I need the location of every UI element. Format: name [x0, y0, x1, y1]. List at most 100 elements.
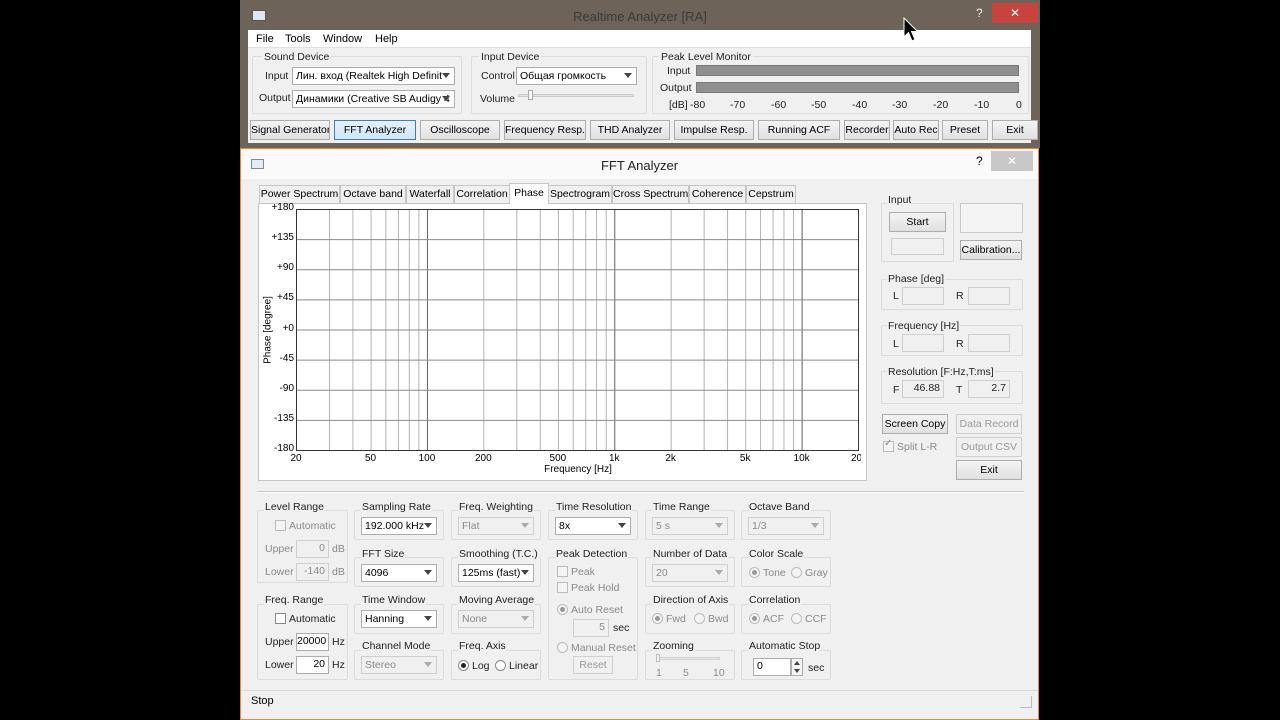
fft-close-button[interactable]: ✕: [991, 151, 1033, 171]
peak-scale-tick: -80: [690, 99, 706, 111]
output-csv-button[interactable]: Output CSV: [956, 437, 1022, 457]
resize-grip[interactable]: [1020, 696, 1032, 708]
phase-r-value: [968, 287, 1010, 305]
sampling-rate-value: 192.000 kHz: [365, 520, 424, 532]
time-window-select[interactable]: Hanning: [361, 610, 437, 628]
spin-up-icon[interactable]: [794, 661, 800, 665]
menu-help[interactable]: Help: [375, 33, 398, 45]
channel-mode-select[interactable]: Stereo: [361, 656, 437, 674]
auto-rec-button[interactable]: Auto Rec: [893, 120, 939, 140]
frequency-l-label: L: [893, 338, 899, 350]
level-lower-input[interactable]: -140: [296, 563, 329, 581]
data-record-button[interactable]: Data Record: [956, 414, 1022, 434]
oscilloscope-button[interactable]: Oscilloscope: [420, 120, 500, 140]
auto-stop-spinner[interactable]: [791, 658, 803, 676]
level-upper-label: Upper: [265, 543, 294, 555]
fft-size-select[interactable]: 4096: [361, 564, 437, 582]
correlation-ccf-radio[interactable]: [791, 613, 802, 624]
start-button[interactable]: Start: [889, 212, 946, 232]
moving-average-select[interactable]: None: [458, 610, 534, 628]
fft-size-caption: FFT Size: [361, 548, 406, 560]
y-tick-label: +135: [271, 232, 294, 244]
zooming-tick: 1: [656, 667, 662, 679]
freq-axis-linear-radio[interactable]: [495, 660, 506, 671]
tab-correlation[interactable]: Correlation: [454, 185, 510, 203]
auto-stop-input[interactable]: 0: [753, 658, 791, 676]
tab-spectrogram[interactable]: Spectrogram: [548, 185, 612, 203]
spin-down-icon[interactable]: [794, 669, 800, 673]
color-scale-gray-radio[interactable]: [791, 567, 802, 578]
x-tick-label: 100: [418, 453, 436, 464]
control-select[interactable]: Общая громкость: [516, 67, 637, 85]
smoothing-select[interactable]: 125ms (fast): [458, 564, 534, 582]
tab-cross-spectrum[interactable]: Cross Spectrum: [612, 185, 689, 203]
split-lr-label: Split L-R: [897, 441, 938, 453]
x-tick-label: 50: [364, 453, 377, 464]
preset-button[interactable]: Preset: [942, 120, 988, 140]
peak-monitor-caption: Peak Level Monitor: [659, 51, 753, 63]
zooming-slider-track[interactable]: [656, 657, 720, 660]
menu-tools[interactable]: Tools: [285, 33, 311, 45]
octave-band-select[interactable]: 1/3: [748, 517, 824, 535]
tab-coherence[interactable]: Coherence: [689, 185, 746, 203]
time-range-select[interactable]: 5 s: [652, 517, 728, 535]
menu-window[interactable]: Window: [323, 33, 362, 45]
volume-slider-track[interactable]: [518, 94, 634, 97]
freq-lower-input[interactable]: 20: [296, 656, 329, 674]
fft-help-button[interactable]: ?: [976, 154, 983, 168]
ra-help-button[interactable]: ?: [976, 6, 983, 20]
tab-power-spectrum[interactable]: Power Spectrum: [259, 185, 340, 203]
tab-waterfall[interactable]: Waterfall: [406, 185, 454, 203]
fft-size-value: 4096: [365, 567, 389, 579]
control-label: Control: [481, 70, 515, 82]
tab-cepstrum[interactable]: Cepstrum: [746, 185, 796, 203]
sound-input-value: Лин. вход (Realtek High Definit: [296, 70, 443, 82]
direction-fwd-radio[interactable]: [652, 613, 663, 624]
auto-reset-seconds-input[interactable]: 5: [573, 619, 609, 637]
sound-input-select[interactable]: Лин. вход (Realtek High Definit: [292, 67, 455, 85]
manual-reset-radio[interactable]: [557, 642, 568, 653]
peak-checkbox[interactable]: [557, 566, 568, 577]
color-scale-tone-radio[interactable]: [749, 567, 760, 578]
freq-weighting-value: Flat: [462, 520, 480, 532]
time-resolution-select[interactable]: 8x: [555, 517, 631, 535]
running-acf-button[interactable]: Running ACF: [758, 120, 840, 140]
mouse-cursor-icon: [903, 17, 919, 42]
recorder-button[interactable]: Recorder: [844, 120, 890, 140]
zooming-slider-thumb[interactable]: [656, 654, 660, 662]
y-tick-label: -45: [279, 352, 294, 364]
thd-analyzer-button[interactable]: THD Analyzer: [590, 120, 670, 140]
ra-exit-button[interactable]: Exit: [992, 120, 1038, 140]
tab-octave-band[interactable]: Octave band: [340, 185, 406, 203]
impulse-resp-button[interactable]: Impulse Resp.: [674, 120, 754, 140]
calibration-button[interactable]: Calibration...: [960, 240, 1022, 260]
freq-weighting-select[interactable]: Flat: [458, 517, 534, 535]
level-automatic-checkbox[interactable]: [275, 520, 286, 531]
volume-slider-thumb[interactable]: [528, 90, 533, 100]
freq-automatic-checkbox[interactable]: [275, 613, 286, 624]
number-of-data-select[interactable]: 20: [652, 564, 728, 582]
signal-generator-button[interactable]: Signal Generator: [250, 120, 330, 140]
screen-copy-button[interactable]: Screen Copy: [882, 414, 948, 434]
correlation-acf-radio[interactable]: [749, 613, 760, 624]
level-upper-unit: dB: [332, 543, 345, 555]
reset-button[interactable]: Reset: [573, 656, 613, 674]
freq-upper-input[interactable]: 20000: [296, 633, 329, 651]
fft-analyzer-button[interactable]: FFT Analyzer: [334, 120, 416, 140]
peak-detection-caption: Peak Detection: [555, 548, 629, 560]
auto-reset-radio[interactable]: [557, 604, 568, 615]
ra-close-button[interactable]: ✕: [992, 3, 1038, 23]
tab-phase[interactable]: Phase: [509, 183, 549, 204]
sound-output-select[interactable]: Динамики (Creative SB Audigy 4: [292, 90, 455, 108]
direction-bwd-radio[interactable]: [694, 613, 705, 624]
menu-file[interactable]: File: [256, 33, 274, 45]
sampling-rate-caption: Sampling Rate: [361, 501, 432, 513]
sampling-rate-select[interactable]: 192.000 kHz: [361, 517, 437, 535]
peak-hold-checkbox[interactable]: [557, 582, 568, 593]
level-upper-input[interactable]: 0: [296, 540, 329, 558]
resolution-f-label: F: [893, 384, 900, 396]
frequency-resp-button[interactable]: Frequency Resp.: [504, 120, 586, 140]
peak-hold-label: Peak Hold: [571, 582, 620, 594]
fft-exit-button[interactable]: Exit: [956, 460, 1022, 480]
freq-axis-log-radio[interactable]: [458, 660, 469, 671]
